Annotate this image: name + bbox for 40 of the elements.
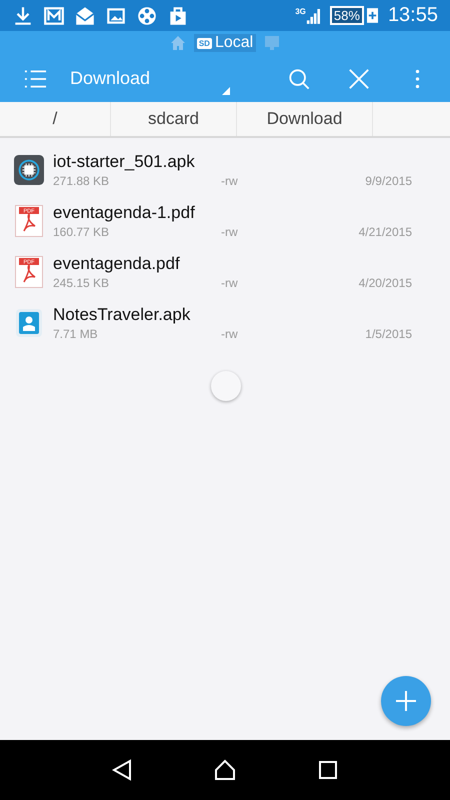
breadcrumb-item[interactable]: sdcard [111, 102, 237, 136]
breadcrumb-item[interactable]: Download [237, 102, 373, 136]
breadcrumb-item[interactable]: / [0, 102, 111, 136]
file-size: 7.71 MB [53, 326, 99, 340]
contact-app-icon [14, 306, 44, 338]
file-name[interactable]: eventagenda-1.pdf [53, 202, 412, 222]
add-button[interactable] [381, 676, 431, 726]
file-size: 245.15 KB [53, 276, 110, 290]
recents-icon[interactable] [317, 759, 340, 781]
battery-level: 58% [330, 6, 364, 25]
menu-icon[interactable] [24, 68, 47, 88]
file-permissions: -rw [221, 326, 239, 340]
file-name[interactable]: iot-starter_501.apk [53, 152, 412, 172]
file-size: 160.77 KB [53, 224, 110, 238]
search-icon[interactable] [288, 68, 310, 90]
charging-icon [366, 8, 378, 23]
file-size: 271.88 KB [53, 174, 110, 188]
file-permissions: -rw [221, 276, 239, 290]
film-reel-icon [136, 4, 158, 26]
file-permissions: -rw [221, 174, 239, 188]
back-icon[interactable] [110, 759, 133, 781]
dropdown-corner-icon [222, 86, 230, 94]
file-date: 4/20/2015 [358, 276, 412, 290]
file-date: 4/21/2015 [358, 224, 412, 238]
plus-icon [394, 689, 418, 713]
file-name[interactable]: NotesTraveler.apk [53, 304, 412, 324]
home-icon[interactable] [214, 759, 236, 781]
more-icon[interactable] [415, 68, 420, 88]
mail-icon [43, 4, 65, 26]
network-type: 3G [295, 7, 306, 16]
file-date: 9/9/2015 [365, 174, 412, 188]
file-permissions: -rw [221, 224, 239, 238]
close-icon[interactable] [348, 68, 370, 90]
local-tab[interactable]: SD Local [194, 34, 256, 52]
clock: 13:55 [388, 4, 438, 27]
loading-spinner [211, 371, 241, 401]
file-name[interactable]: eventagenda.pdf [53, 254, 412, 274]
chip-app-icon [14, 154, 44, 186]
file-date: 1/5/2015 [365, 326, 412, 340]
envelope-icon [74, 4, 96, 26]
